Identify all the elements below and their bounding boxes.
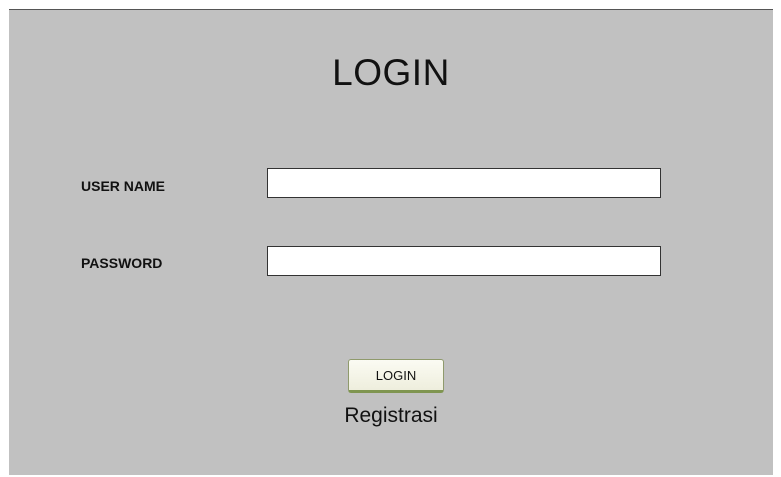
password-input[interactable] (267, 246, 661, 276)
login-panel: LOGIN USER NAME PASSWORD LOGIN Registras… (9, 9, 773, 475)
register-link[interactable]: Registrasi (9, 404, 773, 428)
page-title: LOGIN (332, 52, 450, 93)
username-label: USER NAME (81, 178, 166, 194)
username-input[interactable] (267, 168, 661, 198)
password-label: PASSWORD (81, 255, 163, 271)
login-button[interactable]: LOGIN (348, 359, 444, 393)
